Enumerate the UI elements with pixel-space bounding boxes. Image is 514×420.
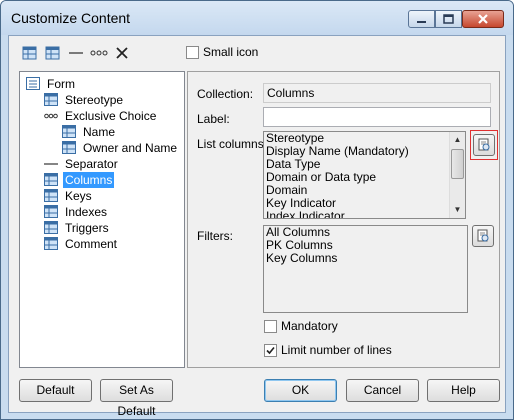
add-grid-icon[interactable] <box>22 45 38 61</box>
content-tree: Form Stereotype Exclusive Choice Name Ow… <box>19 71 185 368</box>
dialog-body: Small icon Form Stereotype Exclusive Cho… <box>8 35 506 418</box>
grid-icon <box>44 205 58 218</box>
list-columns-label: List columns: <box>197 137 268 151</box>
form-icon <box>26 77 40 90</box>
label-input[interactable] <box>263 107 491 127</box>
mandatory-checkbox[interactable] <box>264 320 277 333</box>
grid-icon <box>44 221 58 234</box>
tree-item-label: Separator <box>65 157 118 171</box>
ok-button[interactable]: OK <box>264 379 337 402</box>
mandatory-label: Mandatory <box>281 319 338 333</box>
set-as-default-button[interactable]: Set As Default <box>100 379 173 418</box>
highlight-box <box>470 130 498 160</box>
tree-item-label: Form <box>47 77 75 91</box>
tree-item-label: Columns <box>63 172 115 188</box>
grid-icon <box>62 125 76 138</box>
title-bar[interactable]: Customize Content <box>1 1 513 35</box>
help-button[interactable]: Help <box>427 379 500 402</box>
tree-item-label: Name <box>83 125 116 139</box>
filters-label: Filters: <box>197 229 233 243</box>
minimize-icon <box>417 21 426 23</box>
grid-icon <box>44 237 58 250</box>
filters-properties-button[interactable] <box>472 225 494 247</box>
separator-icon[interactable] <box>68 45 84 61</box>
cancel-button[interactable]: Cancel <box>346 379 419 402</box>
tree-item-label: Keys <box>65 189 92 203</box>
choice-icon <box>44 113 58 119</box>
exclusive-choice-icon[interactable] <box>90 45 108 61</box>
list-columns-properties-button[interactable] <box>473 134 495 156</box>
scroll-down-icon[interactable]: ▼ <box>450 202 465 218</box>
properties-icon <box>478 138 490 151</box>
list-item[interactable]: Index Indicator <box>264 210 465 219</box>
scroll-thumb[interactable] <box>451 149 464 179</box>
separator-icon <box>44 163 58 165</box>
tree-item-label: Indexes <box>65 205 108 219</box>
close-button[interactable] <box>462 10 504 28</box>
grid-icon <box>44 173 58 186</box>
maximize-button[interactable] <box>435 10 462 28</box>
tree-item-label: Owner and Name <box>83 141 178 155</box>
checkmark-icon <box>266 346 275 355</box>
collection-field: Columns <box>263 83 491 103</box>
maximize-icon <box>443 14 454 24</box>
list-columns-scrollbar[interactable]: ▲ ▼ <box>449 132 465 218</box>
close-icon <box>478 14 488 24</box>
limit-lines-checkbox[interactable] <box>264 344 277 357</box>
grid-icon <box>44 189 58 202</box>
list-item[interactable]: Key Columns <box>264 252 467 265</box>
list-columns-listbox[interactable]: Stereotype Display Name (Mandatory) Data… <box>263 131 466 219</box>
collection-label: Collection: <box>197 87 254 101</box>
add-grid-item-icon[interactable] <box>45 45 61 61</box>
window-title: Customize Content <box>11 10 131 26</box>
small-icon-label: Small icon <box>203 45 259 59</box>
delete-icon[interactable] <box>114 45 130 61</box>
grid-icon <box>62 141 76 154</box>
scroll-up-icon[interactable]: ▲ <box>450 132 465 148</box>
minimize-button[interactable] <box>408 10 435 28</box>
properties-panel: Collection: Columns Label: List columns:… <box>187 71 500 368</box>
small-icon-checkbox[interactable] <box>186 46 199 59</box>
filters-listbox[interactable]: All Columns PK Columns Key Columns <box>263 225 468 313</box>
properties-icon <box>477 229 489 242</box>
label-label: Label: <box>197 112 230 126</box>
default-button[interactable]: Default <box>19 379 92 402</box>
tree-item-label: Exclusive Choice <box>65 109 157 123</box>
tree-item-label: Triggers <box>65 221 109 235</box>
collection-value: Columns <box>267 86 315 100</box>
limit-lines-label: Limit number of lines <box>281 343 392 357</box>
tree-item-label: Stereotype <box>65 93 124 107</box>
grid-icon <box>44 93 58 106</box>
tree-item-label: Comment <box>65 237 118 251</box>
customize-content-dialog: Customize Content Small icon Form Stereo… <box>0 0 514 420</box>
